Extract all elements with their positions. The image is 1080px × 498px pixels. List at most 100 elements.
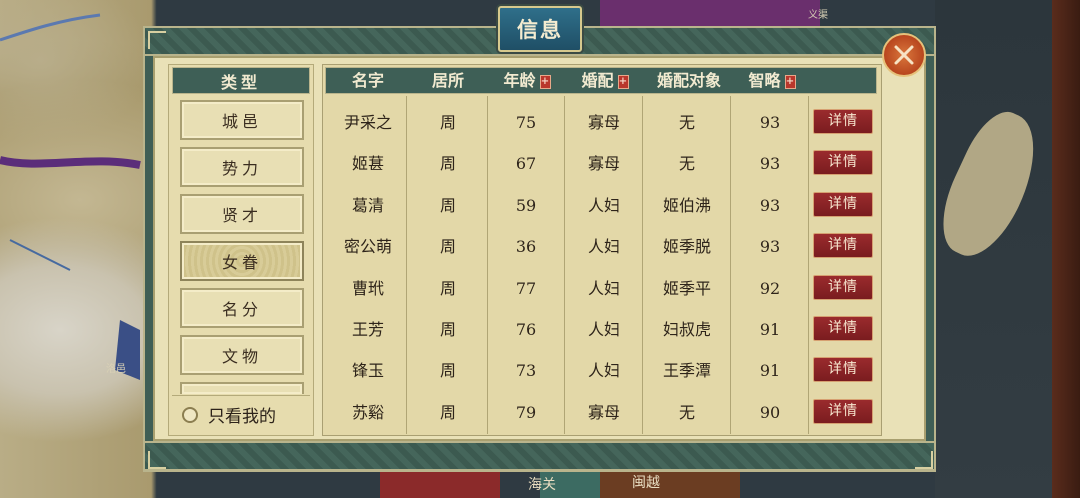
cell-age: 67 (515, 154, 537, 173)
cell-intellect: 90 (759, 403, 781, 422)
close-button[interactable] (882, 33, 926, 77)
close-icon (894, 45, 914, 65)
cell-spouse: 无 (678, 154, 695, 173)
cell-intellect: 92 (759, 279, 781, 298)
detail-button[interactable]: 详情 (813, 357, 873, 382)
dialog-title-plate: 信息 (498, 6, 582, 52)
column-divider (642, 96, 643, 434)
category-female-relatives[interactable]: 女眷 (180, 241, 304, 281)
category-talent[interactable]: 贤才 (180, 194, 304, 234)
cell-name: 密公萌 (343, 237, 392, 256)
cell-intellect: 91 (759, 320, 781, 339)
cell-residence: 周 (439, 154, 456, 173)
col-header-spouse-label: 婚配对象 (656, 71, 721, 90)
detail-button[interactable]: 详情 (813, 275, 873, 300)
cell-residence: 周 (439, 196, 456, 215)
cell-marriage: 人妇 (587, 279, 620, 298)
sort-marriage-button[interactable]: + (617, 74, 629, 89)
cell-residence: 周 (439, 113, 456, 132)
map-label-minyue: 闽越 (632, 475, 660, 491)
cell-spouse: 无 (678, 403, 695, 422)
detail-button[interactable]: 详情 (813, 233, 873, 258)
cell-spouse: 姬季平 (662, 279, 711, 298)
category-title[interactable]: 名分 (180, 288, 304, 328)
cell-residence: 周 (439, 279, 456, 298)
sort-intellect-button[interactable]: + (784, 74, 796, 89)
column-divider (808, 96, 809, 434)
cell-name: 王芳 (351, 320, 384, 339)
cell-name: 葛清 (351, 196, 384, 215)
cell-marriage: 寡母 (587, 154, 620, 173)
cell-intellect: 91 (759, 361, 781, 380)
col-header-age[interactable]: 年龄 + (488, 67, 566, 94)
col-header-residence-label: 居所 (431, 71, 464, 90)
map-label-luoyi: 洛邑 (106, 364, 126, 375)
cell-age: 36 (515, 237, 537, 256)
detail-button[interactable]: 详情 (813, 109, 873, 134)
cell-residence: 周 (439, 403, 456, 422)
col-header-intellect-label: 智略 (748, 71, 781, 90)
column-divider (564, 96, 565, 434)
cell-name: 姬葚 (351, 154, 384, 173)
cell-age: 75 (515, 113, 537, 132)
column-divider (730, 96, 731, 434)
cell-spouse: 妇叔虎 (662, 320, 711, 339)
cell-marriage: 人妇 (587, 237, 620, 256)
cell-intellect: 93 (759, 237, 781, 256)
cell-name: 苏谿 (351, 403, 384, 422)
map-label-haiguan: 海关 (528, 477, 556, 493)
cell-marriage: 人妇 (587, 196, 620, 215)
cell-marriage: 人妇 (587, 361, 620, 380)
category-artifact[interactable]: 文物 (180, 335, 304, 375)
cell-name: 锋玉 (351, 361, 384, 380)
cell-residence: 周 (439, 361, 456, 380)
map-region-purple (600, 0, 820, 26)
map-region-brown (600, 468, 740, 498)
detail-button[interactable]: 详情 (813, 399, 873, 424)
col-header-age-label: 年龄 (503, 71, 536, 90)
category-more-partial[interactable] (180, 382, 304, 394)
dialog-bottom-band (143, 441, 936, 471)
col-header-marriage[interactable]: 婚配 + (566, 67, 644, 94)
cell-marriage: 寡母 (587, 113, 620, 132)
cell-spouse: 姬季脱 (662, 237, 711, 256)
category-city[interactable]: 城邑 (180, 100, 304, 140)
detail-button[interactable]: 详情 (813, 150, 873, 175)
dialog-corner-ornament (915, 451, 933, 469)
cell-spouse: 姬伯沸 (662, 196, 711, 215)
cell-intellect: 93 (759, 154, 781, 173)
col-header-name: 名字 (330, 67, 406, 94)
cell-name: 尹采之 (343, 113, 392, 132)
cell-age: 76 (515, 320, 537, 339)
map-frame-edge (1052, 0, 1080, 498)
cell-residence: 周 (439, 237, 456, 256)
only-mine-radio[interactable] (182, 406, 198, 423)
category-header: 类型 (172, 67, 310, 94)
map-region-red (380, 470, 500, 498)
only-mine-label: 只看我的 (208, 407, 276, 427)
col-header-residence: 居所 (408, 67, 488, 94)
cell-residence: 周 (439, 320, 456, 339)
cell-age: 59 (515, 196, 537, 215)
cell-age: 79 (515, 403, 537, 422)
sort-age-button[interactable]: + (539, 74, 551, 89)
dialog-title: 信息 (517, 17, 563, 42)
col-header-marriage-label: 婚配 (581, 71, 614, 90)
col-header-intellect[interactable]: 智略 + (734, 67, 810, 94)
map-label-yiqu: 义渠 (808, 10, 828, 21)
cell-intellect: 93 (759, 196, 781, 215)
col-header-name-label: 名字 (351, 71, 384, 90)
cell-name: 曹玳 (351, 279, 384, 298)
cell-marriage: 寡母 (587, 403, 620, 422)
detail-button[interactable]: 详情 (813, 192, 873, 217)
column-divider (406, 96, 407, 434)
only-mine-toggle[interactable]: 只看我的 (172, 395, 310, 433)
detail-button[interactable]: 详情 (813, 316, 873, 341)
cell-marriage: 人妇 (587, 320, 620, 339)
category-faction[interactable]: 势力 (180, 147, 304, 187)
dialog-corner-ornament (148, 451, 166, 469)
dialog-corner-ornament (148, 31, 166, 49)
cell-age: 77 (515, 279, 537, 298)
cell-spouse: 王季潭 (662, 361, 711, 380)
map-rivers (0, 13, 141, 380)
